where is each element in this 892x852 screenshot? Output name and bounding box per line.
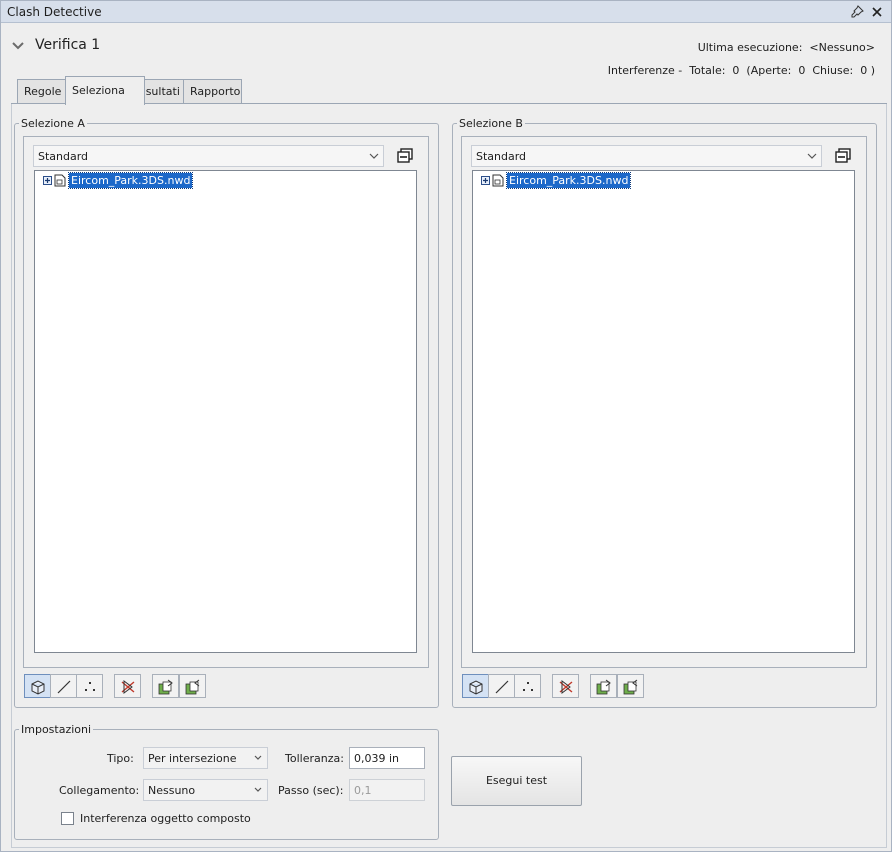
surfaces-button[interactable] (462, 674, 489, 698)
window-title: Clash Detective (7, 5, 102, 19)
type-dropdown[interactable]: Per intersezione (143, 747, 268, 769)
close-icon[interactable] (869, 4, 885, 20)
total-label: Totale: (689, 64, 726, 77)
selection-b-title: Selezione B (459, 117, 523, 130)
tree-item-label[interactable]: Eircom_Park.3DS.nwd (505, 172, 632, 189)
surfaces-button[interactable] (24, 674, 51, 698)
clash-detective-window: Clash Detective Verifica 1 Ultima esecuz… (0, 0, 892, 852)
surfaces-icon (469, 680, 483, 695)
select-in-scene-button[interactable] (179, 674, 206, 698)
selection-a-collapse-icon[interactable] (395, 146, 415, 166)
step-label: Passo (sec): (278, 784, 344, 797)
chevron-down-icon (807, 153, 817, 159)
selection-a-view-dropdown[interactable]: Standard (33, 145, 384, 167)
tolerance-label: Tolleranza: (285, 752, 344, 765)
tree-item-label[interactable]: Eircom_Park.3DS.nwd (67, 172, 194, 189)
composite-clash-checkbox[interactable] (61, 812, 74, 825)
pin-icon[interactable] (849, 4, 865, 20)
select-in-scene-icon (623, 679, 638, 695)
select-in-scene-icon (185, 679, 200, 695)
collapse-chevron-icon[interactable] (11, 41, 25, 51)
chevron-down-icon (254, 787, 262, 792)
self-intersect-icon (121, 680, 135, 694)
closed-value: 0 ) (860, 64, 875, 77)
self-intersect-button[interactable] (552, 674, 579, 698)
points-button[interactable] (514, 674, 541, 698)
expand-icon[interactable] (481, 176, 490, 185)
composite-clash-label: Interferenza oggetto composto (80, 812, 251, 825)
points-icon (85, 682, 95, 691)
lines-button[interactable] (50, 674, 77, 698)
step-input[interactable]: 0,1 (349, 779, 425, 801)
expand-icon[interactable] (43, 176, 52, 185)
tab-rapporto[interactable]: Rapporto (183, 79, 242, 104)
chevron-down-icon (369, 153, 379, 159)
lines-button[interactable] (488, 674, 515, 698)
clashes-label: Interferenze - (607, 64, 683, 77)
file-icon (54, 174, 66, 187)
self-intersect-button[interactable] (114, 674, 141, 698)
use-current-selection-button[interactable] (152, 674, 179, 698)
link-label: Collegamento: (59, 784, 140, 797)
selection-b-tree[interactable]: Eircom_Park.3DS.nwd (472, 170, 855, 653)
last-run-label: Ultima esecuzione: (697, 41, 803, 54)
tolerance-input[interactable]: 0,039 in (349, 747, 425, 769)
select-in-scene-button[interactable] (617, 674, 644, 698)
selection-b-view-dropdown[interactable]: Standard (471, 145, 822, 167)
clash-summary: Interferenze - Totale: 0 (Aperte: 0 Chiu… (608, 64, 875, 77)
surfaces-icon (31, 680, 45, 695)
selection-b-collapse-icon[interactable] (833, 146, 853, 166)
selection-a-view-value: Standard (38, 150, 89, 163)
last-run-value: <Nessuno> (809, 41, 875, 54)
selection-b-view-value: Standard (476, 150, 527, 163)
settings-title: Impostazioni (21, 723, 92, 736)
open-value: 0 (798, 64, 806, 77)
points-button[interactable] (76, 674, 103, 698)
points-icon (523, 682, 533, 691)
closed-label: Chiuse: (812, 64, 854, 77)
line-icon (57, 680, 71, 694)
use-current-selection-button[interactable] (590, 674, 617, 698)
self-intersect-icon (559, 680, 573, 694)
use-selection-icon (158, 679, 173, 695)
tab-regole[interactable]: Regole (17, 79, 66, 104)
file-icon (492, 174, 504, 187)
last-run-info: Ultima esecuzione: <Nessuno> (698, 41, 875, 54)
tab-seleziona[interactable]: Seleziona (65, 76, 145, 105)
link-value: Nessuno (148, 784, 196, 797)
total-value: 0 (732, 64, 740, 77)
link-dropdown[interactable]: Nessuno (143, 779, 268, 801)
title-bar: Clash Detective (1, 1, 891, 23)
type-label: Tipo: (107, 752, 134, 765)
open-label: (Aperte: (746, 64, 792, 77)
run-test-button[interactable]: Esegui test (451, 756, 582, 806)
line-icon (495, 680, 509, 694)
chevron-down-icon (254, 755, 262, 760)
selection-a-title: Selezione A (21, 117, 85, 130)
type-value: Per intersezione (148, 752, 237, 765)
selection-a-tree[interactable]: Eircom_Park.3DS.nwd (34, 170, 417, 653)
test-name: Verifica 1 (35, 37, 101, 53)
use-selection-icon (596, 679, 611, 695)
